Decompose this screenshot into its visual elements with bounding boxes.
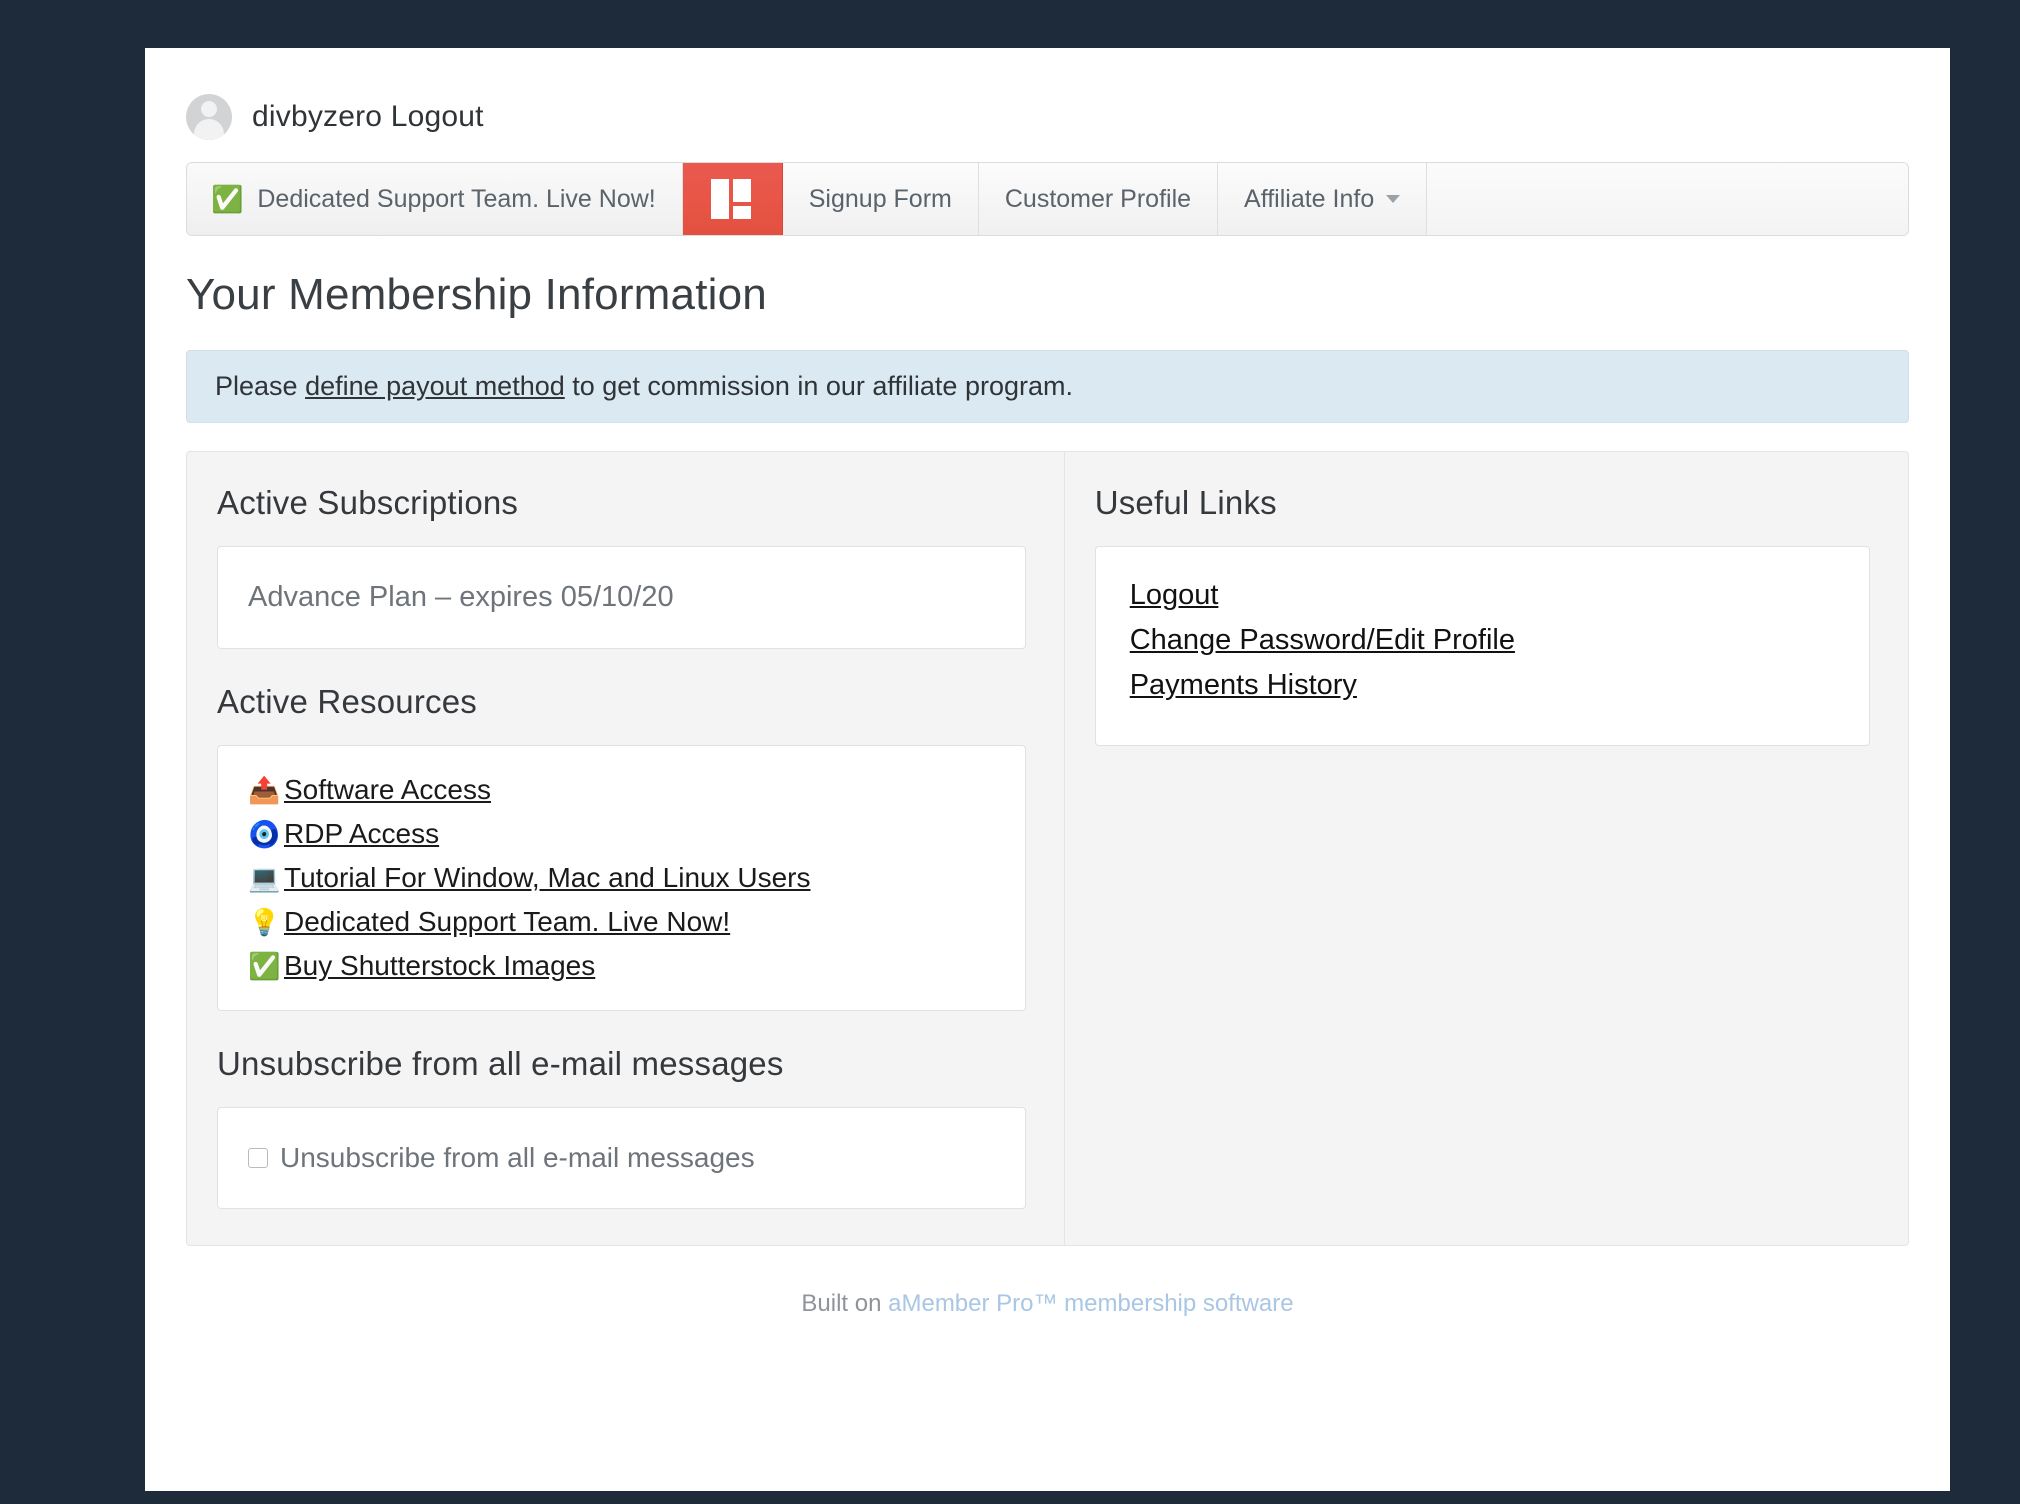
list-item[interactable]: Payments History [1130,669,1835,702]
chevron-down-icon [1386,195,1401,203]
amember-pro-link[interactable]: aMember Pro™ membership software [888,1290,1293,1317]
list-item[interactable]: Change Password/Edit Profile [1130,624,1835,657]
page-card: divbyzero Logout ✅ Dedicated Support Tea… [145,48,1950,1491]
active-resources-box: 📤 Software Access 🧿 RDP Access 💻 Tutoria… [217,745,1026,1011]
resource-link[interactable]: Software Access [284,774,491,806]
nav-item-label: Signup Form [808,184,952,213]
unsubscribe-box: Unsubscribe from all e-mail messages [217,1107,1026,1209]
alert-suffix: to get commission in our affiliate progr… [564,371,1073,401]
list-item[interactable]: 🧿 RDP Access [248,818,995,850]
logo-grid-shape [711,179,753,219]
nazar-amulet-icon: 🧿 [248,819,281,849]
nav-item-signup-form[interactable]: Signup Form [782,163,979,235]
avatar-placeholder-icon [186,94,232,140]
membership-panel: Active Subscriptions Advance Plan – expi… [186,451,1909,1246]
nav-item-label: Customer Profile [1004,184,1192,213]
logo-tile-3 [733,206,752,219]
active-subscriptions-heading: Active Subscriptions [217,484,519,521]
unsubscribe-checkbox-row[interactable]: Unsubscribe from all e-mail messages [248,1142,995,1174]
right-column: Useful Links Logout Change Password/Edit… [1065,452,1908,1245]
white-check-mark-icon: ✅ [211,184,244,214]
useful-links-heading: Useful Links [1094,484,1277,521]
user-name-logout[interactable]: divbyzero Logout [252,100,484,134]
active-resources-list: 📤 Software Access 🧿 RDP Access 💻 Tutoria… [248,774,995,982]
nav-item-dedicated-support[interactable]: ✅ Dedicated Support Team. Live Now! [187,163,683,235]
resource-link[interactable]: Tutorial For Window, Mac and Linux Users [284,862,811,894]
change-password-link[interactable]: Change Password/Edit Profile [1130,624,1515,656]
logo-tile-2 [711,179,730,219]
unsubscribe-checkbox-label: Unsubscribe from all e-mail messages [280,1142,755,1173]
define-payout-method-link[interactable]: define payout method [305,371,565,401]
logo-tile-1 [733,179,752,202]
payments-history-link[interactable]: Payments History [1130,669,1357,701]
nav-item-affiliate-info[interactable]: Affiliate Info [1218,163,1428,235]
list-item[interactable]: 📤 Software Access [248,774,995,806]
payout-method-alert: Please define payout method to get commi… [186,350,1909,423]
nav-item-label: Dedicated Support Team. Live Now! [257,184,656,213]
main-navigation: ✅ Dedicated Support Team. Live Now! Sign… [186,162,1909,236]
nav-item-label: Affiliate Info [1244,184,1375,213]
light-bulb-icon: 💡 [248,907,281,937]
useful-links-list: Logout Change Password/Edit Profile Paym… [1130,579,1835,702]
alert-prefix: Please [215,371,306,401]
user-bar: divbyzero Logout [145,48,1950,148]
left-column: Active Subscriptions Advance Plan – expi… [187,452,1065,1245]
logout-link[interactable]: Logout [1130,579,1219,611]
nav-spacer [1427,163,1908,235]
list-item[interactable]: 💻 Tutorial For Window, Mac and Linux Use… [248,862,995,894]
subscription-item: Advance Plan – expires 05/10/20 [248,581,674,613]
laptop-icon: 💻 [248,863,281,893]
active-resources-heading: Active Resources [217,683,477,720]
resource-link[interactable]: RDP Access [284,818,439,850]
white-check-mark-icon: ✅ [248,951,281,981]
footer: Built on aMember Pro™ membership softwar… [145,1290,1950,1318]
amember-grid-logo-icon[interactable] [682,163,783,235]
list-item[interactable]: ✅ Buy Shutterstock Images [248,950,995,982]
useful-links-box: Logout Change Password/Edit Profile Paym… [1094,546,1870,746]
list-item[interactable]: Logout [1130,579,1835,612]
active-subscriptions-box: Advance Plan – expires 05/10/20 [217,546,1026,649]
resource-link[interactable]: Buy Shutterstock Images [284,950,595,982]
resource-link[interactable]: Dedicated Support Team. Live Now! [284,906,730,938]
nav-item-customer-profile[interactable]: Customer Profile [978,163,1219,235]
list-item[interactable]: 💡 Dedicated Support Team. Live Now! [248,906,995,938]
footer-prefix: Built on [801,1290,889,1317]
page-title: Your Membership Information [186,270,767,319]
outbox-tray-icon: 📤 [248,775,281,805]
unsubscribe-checkbox[interactable] [248,1148,268,1168]
unsubscribe-heading: Unsubscribe from all e-mail messages [217,1045,784,1082]
